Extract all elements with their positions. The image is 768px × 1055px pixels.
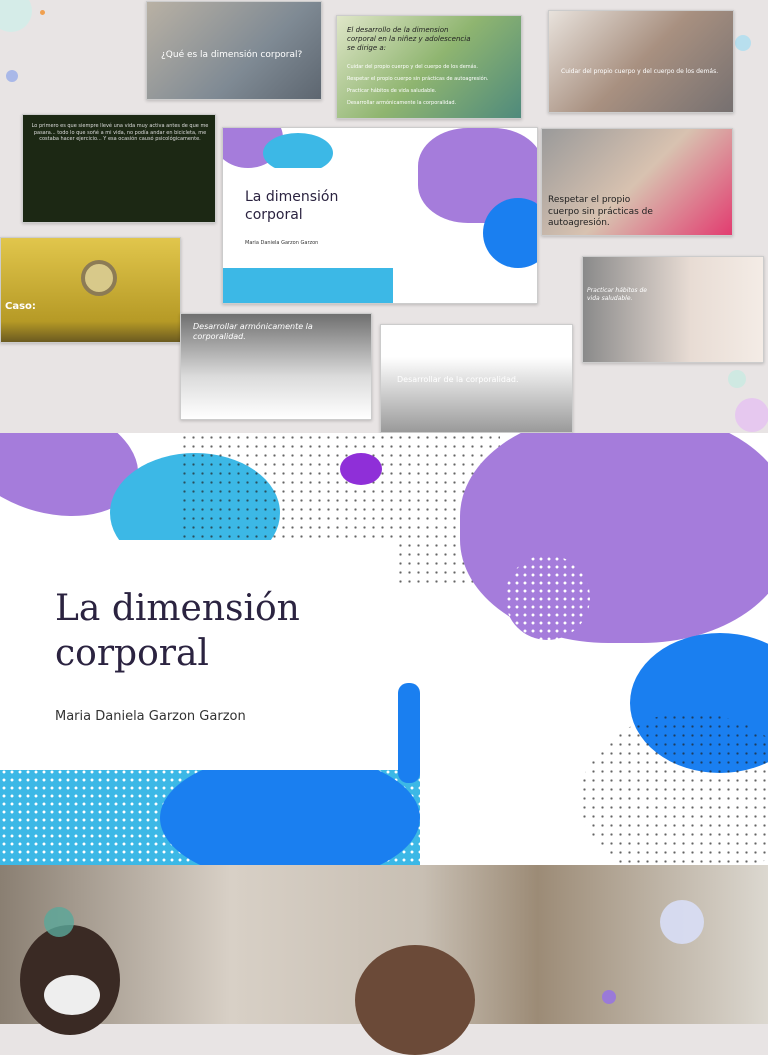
decor-dot: [735, 35, 751, 51]
thumbnail-caso-text[interactable]: Lo primero es que siempre llevé una vida…: [22, 114, 216, 223]
decor-dot: [6, 70, 18, 82]
thumbnail-corporalidad[interactable]: Desarrollar de la corporalidad.: [380, 324, 573, 433]
thumbnail-practicar[interactable]: Practicar hábitos de vida saludable.: [582, 256, 764, 363]
bottom-slide-photo[interactable]: [0, 865, 768, 1055]
thumbnail-cuidar[interactable]: Cuidar del propio cuerpo y del cuerpo de…: [548, 10, 734, 113]
decor-dot: [40, 10, 45, 15]
slide-title: La dimensión corporal: [55, 588, 300, 674]
thumbnail-desarrollo[interactable]: El desarrollo de la dimension corporal e…: [336, 15, 522, 119]
thumbnail-que-es[interactable]: ¿Qué es la dimensión corporal?: [146, 1, 322, 100]
thumbnail-respetar[interactable]: Respetar el propio cuerpo sin prácticas …: [541, 128, 733, 236]
thumbnail-armonicamente[interactable]: Desarrollar armónicamente la corporalida…: [180, 313, 372, 420]
decor-dot: [735, 398, 768, 432]
main-slide[interactable]: La dimensión corporal Maria Daniela Garz…: [0, 433, 768, 865]
thumbnail-title-slide[interactable]: La dimensión corporal Maria Daniela Garz…: [222, 127, 538, 304]
slide-author: Maria Daniela Garzon Garzon: [55, 709, 246, 724]
decor-dot: [728, 370, 746, 388]
decor-dot: [0, 0, 32, 32]
thumbnail-caso[interactable]: Caso:: [0, 237, 181, 343]
